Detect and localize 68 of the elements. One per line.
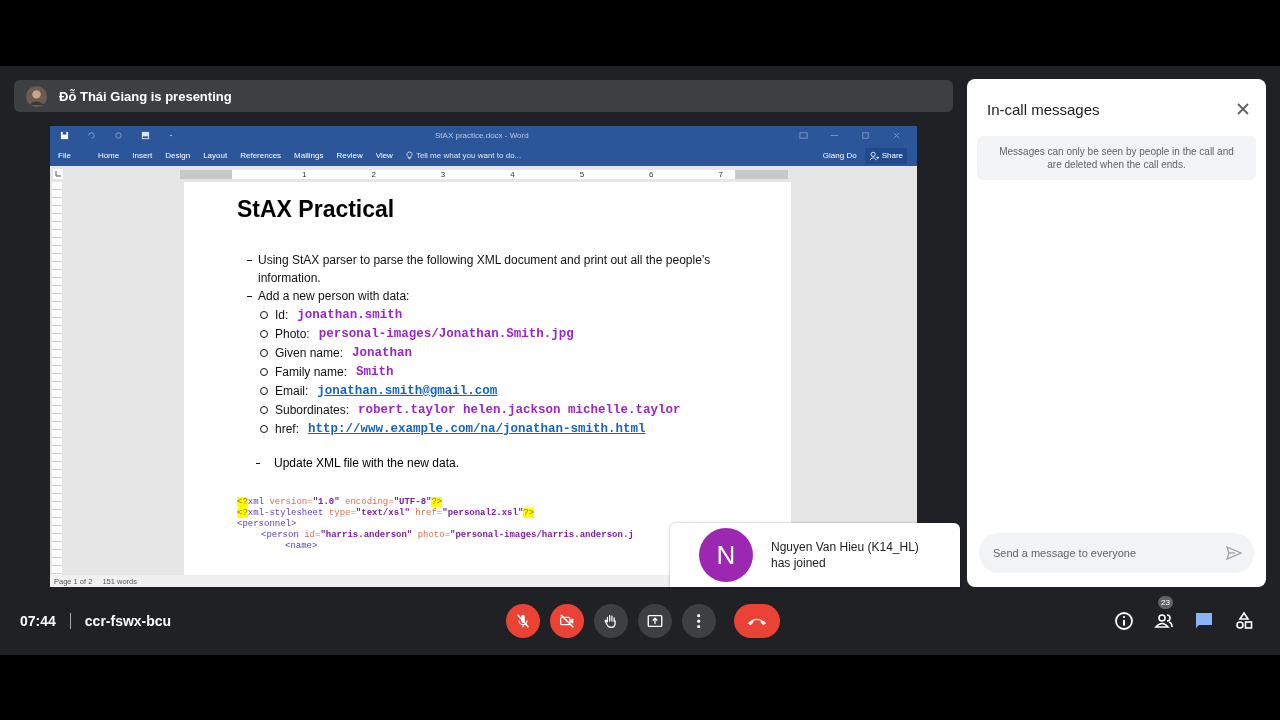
bullet-text: Add a new person with data: [258,288,411,305]
document-title: StAX practice.docx - Word [434,131,530,140]
chat-notice: Messages can only be seen by people in the call and are deleted when the call ends. [977,136,1256,180]
ruler-number: 5 [579,169,586,179]
clock-time: 07:44 [20,613,56,629]
tell-me-field[interactable]: Tell me what you want to do... [405,151,823,160]
ribbon-tab[interactable]: Design [165,147,191,164]
info-icon[interactable] [1114,611,1134,631]
ribbon-tab[interactable]: Layout [203,147,228,164]
ribbon-tab[interactable]: File [58,147,71,164]
chat-icon[interactable] [1194,611,1214,631]
ribbon-tab[interactable]: Insert [132,147,153,164]
field-label: href: [275,421,299,436]
ruler-number: 3 [440,169,447,179]
bullet-text: Using StAX parser to parse the following XML document and print out all the people’s information. [258,252,712,287]
field-label: Email: [275,383,309,398]
field-label: Photo: [275,326,310,341]
meeting-code: ccr-fswx-bcu [84,613,172,629]
user-name: Giang Do [822,151,857,160]
participant-count-badge: 23 [1158,596,1173,609]
link[interactable]: http://www.example.com/na/jonathan-smith.html [308,421,646,436]
ruler-number: 7 [718,169,724,179]
avatar-icon [26,85,47,107]
field-label: Given name: [275,345,344,360]
ruler-number: 2 [371,169,377,179]
field-label: Subordinates: [275,402,350,417]
leave-call-button[interactable] [734,604,780,638]
ruler-number: 1 [302,169,308,179]
field-value: Smith [356,364,394,379]
field-label: Family name: [275,364,348,379]
ribbon-tab[interactable]: References [240,147,282,164]
microphone-icon [514,612,532,630]
screen-share-icon [646,612,664,630]
save-icon[interactable] [60,131,69,140]
raise-hand-button[interactable] [594,604,628,638]
microphone-button[interactable] [506,604,540,638]
more-options-button[interactable] [682,604,716,638]
person-icon [868,150,879,161]
ribbon-tab[interactable]: Review [336,147,363,164]
activities-icon[interactable] [1234,611,1254,631]
field-value: personal-images/Jonathan.Smith.jpg [318,326,574,341]
lightbulb-icon [405,151,413,160]
share-button[interactable]: Share [864,147,907,164]
more-icon [697,613,701,629]
panel-title: In-call messages [987,100,1100,118]
field-value: Jonathan [352,345,413,360]
presenter-label: Đỗ Thái Giang is presenting [59,88,232,104]
notification-text: Nguyen Van Hieu (K14_HL) has joined [771,539,920,571]
message-field[interactable]: Send a message to everyone [979,533,1254,573]
ribbon-tab[interactable]: Mailings [294,147,324,164]
ruler-number: 6 [649,169,655,179]
ruler-number: 4 [510,169,516,179]
present-button[interactable] [638,604,672,638]
close-icon[interactable] [1236,102,1250,116]
field-value: jonathan.smith [297,307,403,322]
field-label: Id: [275,307,289,322]
print-preview-icon[interactable] [141,131,150,140]
field-value: robert.taylor helen.jackson michelle.taylor [358,402,681,417]
ribbon-tab[interactable]: Home [97,147,120,164]
link[interactable]: jonathan.smith@gmail.com [317,383,498,398]
ribbon-tab[interactable]: View [375,147,393,164]
message-input[interactable]: Send a message to everyone [991,546,1226,560]
camera-button[interactable] [550,604,584,638]
people-icon[interactable] [1154,611,1174,631]
camera-icon [558,612,576,630]
participant-avatar: N [699,528,753,582]
document-heading: StAX Practical [237,196,396,223]
bullet-text: Update XML file with the new data. [274,455,460,471]
